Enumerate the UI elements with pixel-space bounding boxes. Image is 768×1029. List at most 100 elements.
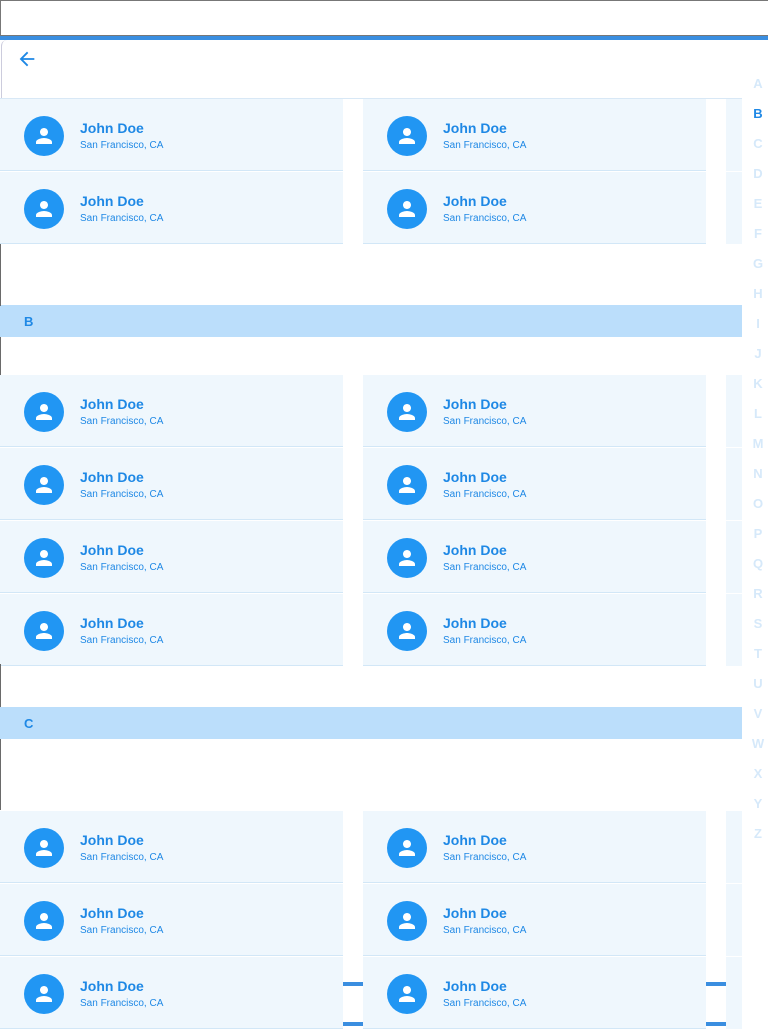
left-border [0,739,1,810]
index-letter-s[interactable]: S [742,616,768,631]
person-icon [399,986,415,1002]
contact-location: San Francisco, CA [443,635,527,646]
person-icon [399,128,415,144]
avatar [24,392,64,432]
index-letter-j[interactable]: J [742,346,768,361]
person-icon [36,404,52,420]
person-icon [36,201,52,217]
partial-column-edge [726,957,742,1029]
contact-name: John Doe [80,396,144,412]
avatar [24,465,64,505]
index-letter-w[interactable]: W [742,736,768,751]
section-header-b: B [0,305,742,337]
index-letter-f[interactable]: F [742,226,768,241]
avatar [24,116,64,156]
contact-name: John Doe [80,120,144,136]
index-letter-l[interactable]: L [742,406,768,421]
left-border [0,244,1,306]
index-letter-b[interactable]: B [742,106,768,121]
person-icon [399,404,415,420]
avatar [387,189,427,229]
index-letter-d[interactable]: D [742,166,768,181]
contact-name: John Doe [443,120,507,136]
section-letter: B [24,314,34,329]
contact-card[interactable]: John Doe San Francisco, CA [363,99,706,171]
alphabet-index: ABCDEFGHIJKLMNOPQRSTUVWXYZ [742,68,768,1026]
partial-column-edge [726,99,742,171]
index-letter-c[interactable]: C [742,136,768,151]
person-icon [399,550,415,566]
index-letter-g[interactable]: G [742,256,768,271]
contact-name: John Doe [443,396,507,412]
contact-card[interactable]: John Doe San Francisco, CA [0,172,343,244]
index-letter-t[interactable]: T [742,646,768,661]
partial-column-edge [726,521,742,593]
back-button[interactable] [16,48,38,70]
contact-name: John Doe [80,905,144,921]
contact-card[interactable]: John Doe San Francisco, CA [0,448,343,520]
index-letter-e[interactable]: E [742,196,768,211]
avatar [387,538,427,578]
partial-column-edge [726,884,742,956]
contact-name: John Doe [80,193,144,209]
avatar [24,189,64,229]
contact-card[interactable]: John Doe San Francisco, CA [363,957,706,1029]
avatar [387,828,427,868]
person-icon [36,550,52,566]
contact-card[interactable]: John Doe San Francisco, CA [0,375,343,447]
contact-card[interactable]: John Doe San Francisco, CA [0,884,343,956]
partial-column-edge [726,811,742,883]
contact-card[interactable]: John Doe San Francisco, CA [363,594,706,666]
bottom-accent-bar [706,982,726,986]
contact-card[interactable]: John Doe San Francisco, CA [0,99,343,171]
avatar [387,611,427,651]
person-icon [399,623,415,639]
person-icon [36,913,52,929]
index-letter-n[interactable]: N [742,466,768,481]
contact-card[interactable]: John Doe San Francisco, CA [0,594,343,666]
partial-column-edge [726,172,742,244]
contact-card[interactable]: John Doe San Francisco, CA [363,811,706,883]
contact-name: John Doe [80,832,144,848]
index-letter-m[interactable]: M [742,436,768,451]
partial-column-edge [726,375,742,447]
person-icon [36,986,52,1002]
contact-name: John Doe [443,469,507,485]
contact-card[interactable]: John Doe San Francisco, CA [363,884,706,956]
contact-location: San Francisco, CA [443,562,527,573]
index-letter-z[interactable]: Z [742,826,768,841]
index-letter-r[interactable]: R [742,586,768,601]
person-icon [36,477,52,493]
avatar [24,828,64,868]
index-letter-u[interactable]: U [742,676,768,691]
contact-card[interactable]: John Doe San Francisco, CA [0,957,343,1029]
index-letter-a[interactable]: A [742,76,768,91]
person-icon [399,201,415,217]
index-letter-x[interactable]: X [742,766,768,781]
index-letter-h[interactable]: H [742,286,768,301]
contact-location: San Francisco, CA [443,213,527,224]
contact-name: John Doe [443,542,507,558]
contact-location: San Francisco, CA [80,998,164,1009]
contact-card[interactable]: John Doe San Francisco, CA [0,811,343,883]
bottom-accent-bar [343,982,363,986]
avatar [387,465,427,505]
contact-card[interactable]: John Doe San Francisco, CA [363,448,706,520]
contact-card[interactable]: John Doe San Francisco, CA [0,521,343,593]
contact-card[interactable]: John Doe San Francisco, CA [363,521,706,593]
index-letter-v[interactable]: V [742,706,768,721]
index-letter-y[interactable]: Y [742,796,768,811]
index-letter-q[interactable]: Q [742,556,768,571]
contact-card[interactable]: John Doe San Francisco, CA [363,172,706,244]
avatar [24,538,64,578]
person-icon [36,840,52,856]
avatar [24,974,64,1014]
contact-location: San Francisco, CA [80,852,164,863]
person-icon [399,913,415,929]
index-letter-i[interactable]: I [742,316,768,331]
index-letter-p[interactable]: P [742,526,768,541]
index-letter-o[interactable]: O [742,496,768,511]
contact-card[interactable]: John Doe San Francisco, CA [363,375,706,447]
contact-location: San Francisco, CA [80,416,164,427]
index-letter-k[interactable]: K [742,376,768,391]
